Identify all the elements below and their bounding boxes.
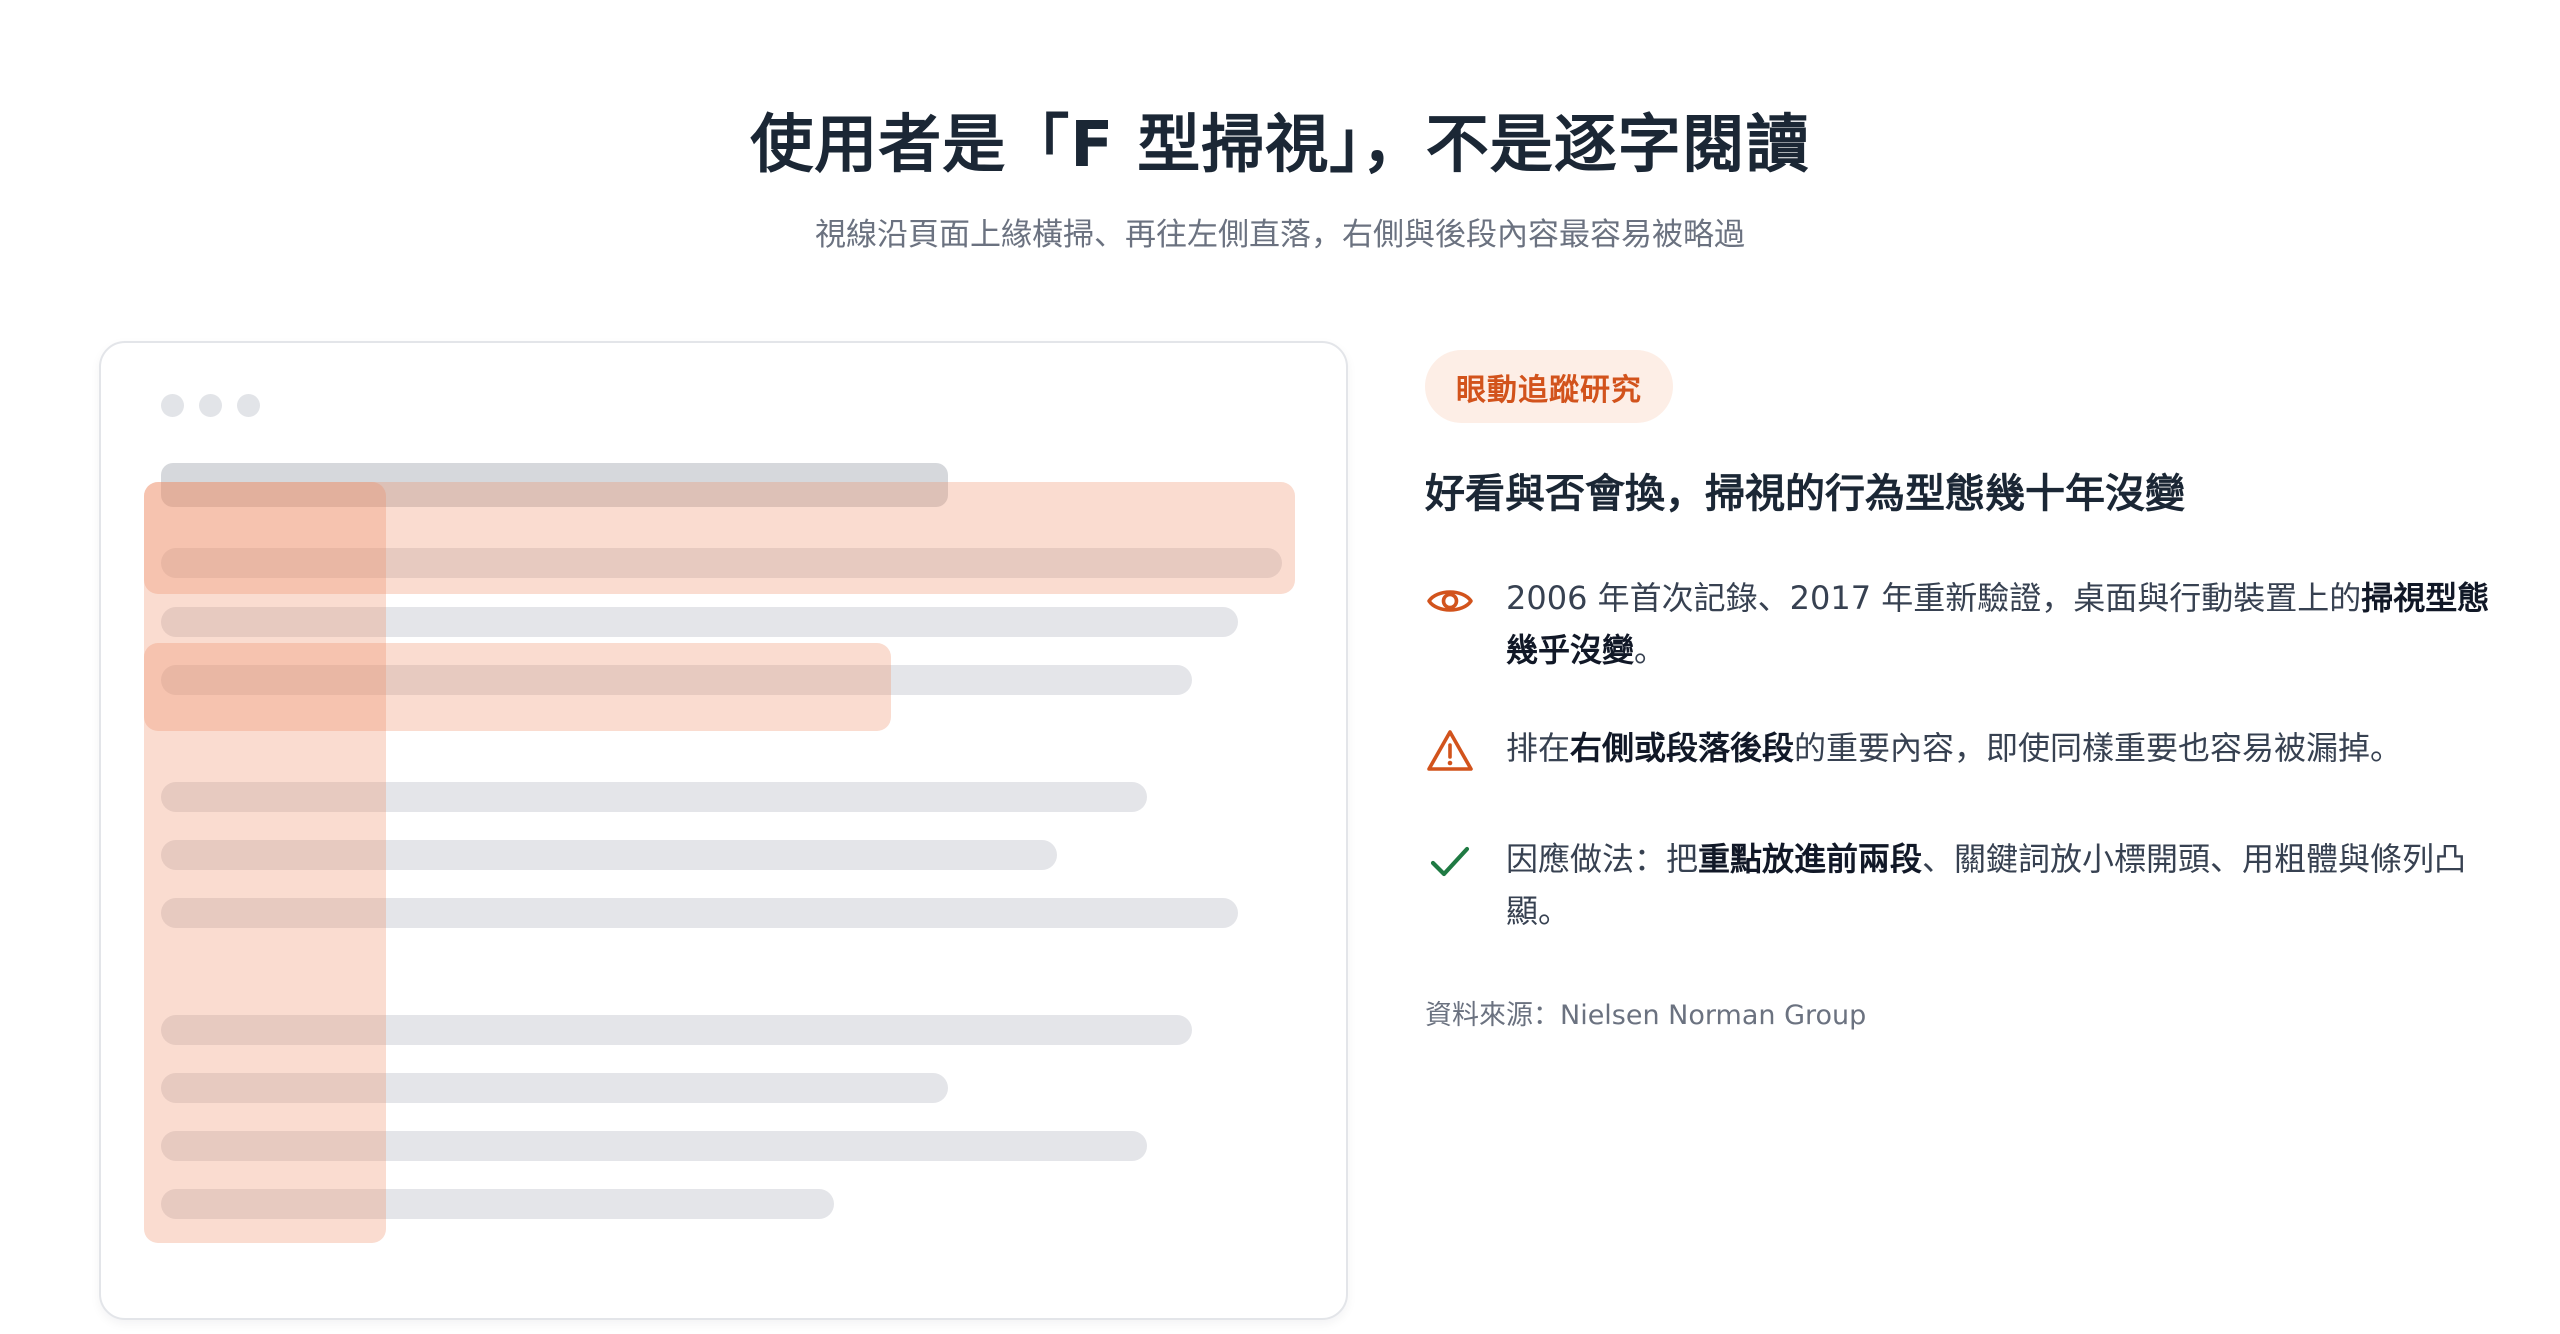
point-text: 排在右側或段落後段的重要內容，即使同樣重要也容易被漏掉。 <box>1506 729 2403 767</box>
point-text: 因應做法：把重點放進前兩段、關鍵詞放小標開頭、用粗體與條列凸顯。 <box>1506 840 2467 930</box>
window-dot <box>161 394 184 417</box>
window-dot <box>237 394 260 417</box>
page-title: 使用者是「F 型掃視」，不是逐字閱讀 <box>750 108 1810 181</box>
point-text: 2006 年首次記錄、2017 年重新驗證，桌面與行動裝置上的掃視型態幾乎沒變。 <box>1506 579 2490 669</box>
research-tag: 眼動追蹤研究 <box>1425 350 1673 423</box>
panel-heading: 好看與否會換，掃視的行為型態幾十年沒變 <box>1425 471 2185 517</box>
eye-icon <box>1427 590 1473 612</box>
heatmap-left-column <box>144 482 386 1243</box>
warning-icon <box>1427 730 1473 771</box>
source-note: 資料來源：Nielsen Norman Group <box>1425 1000 1867 1031</box>
page-subtitle: 視線沿頁面上緣橫掃、再往左側直落，右側與後段內容最容易被略過 <box>815 217 1745 253</box>
f-pattern-illustration <box>99 341 1348 1320</box>
window-dot <box>199 394 222 417</box>
check-icon <box>1430 846 1470 877</box>
